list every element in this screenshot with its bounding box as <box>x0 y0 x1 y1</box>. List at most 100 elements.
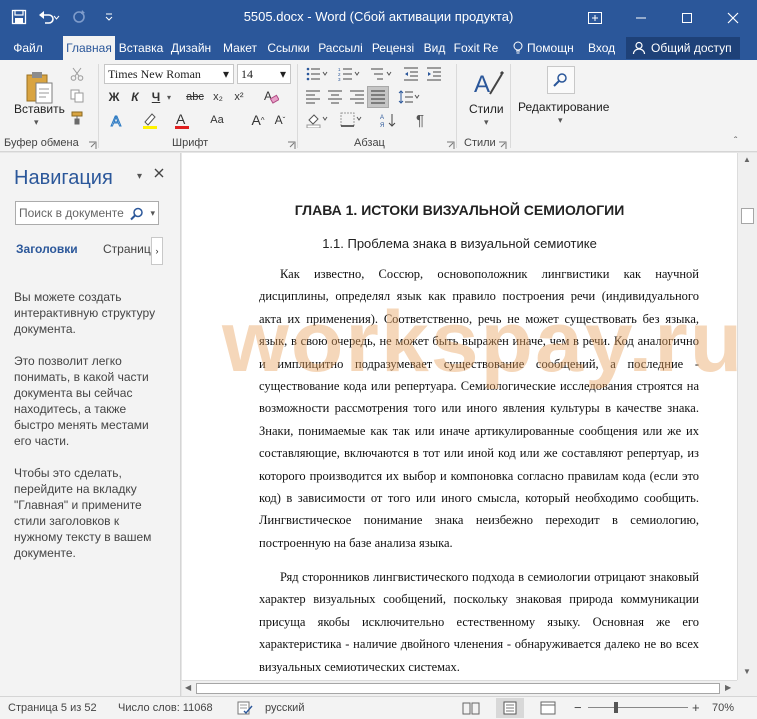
strikethrough-button[interactable]: abc <box>184 88 206 106</box>
tab-layout[interactable]: Макет <box>219 36 261 60</box>
justify-icon[interactable] <box>367 86 389 108</box>
styles-group-label: Стили <box>464 137 496 149</box>
paragraph-launcher-icon[interactable] <box>446 139 455 149</box>
underline-button[interactable]: Ч <box>148 88 164 106</box>
tell-me-box[interactable]: Помощн <box>512 36 574 60</box>
tab-design[interactable]: Дизайн <box>168 36 214 60</box>
tab-headings[interactable]: Заголовки <box>16 242 78 256</box>
multilevel-list-icon[interactable] <box>367 64 395 84</box>
maximize-icon[interactable] <box>664 0 710 36</box>
font-name-dropdown-icon[interactable]: ▾ <box>219 65 233 83</box>
italic-button[interactable]: К <box>127 88 143 106</box>
bullets-icon[interactable] <box>303 64 331 84</box>
increase-indent-icon[interactable] <box>424 64 444 84</box>
navigation-pane: Навигация ▾ Поиск в документе ▾ Заголовк… <box>0 153 181 696</box>
scroll-down-icon[interactable]: ▼ <box>743 667 751 676</box>
shrink-font-icon[interactable]: Aˇ <box>271 110 289 130</box>
share-label: Общий доступ <box>651 41 732 55</box>
grow-font-icon[interactable]: A ^ <box>249 110 267 130</box>
align-right-icon[interactable] <box>347 87 367 107</box>
line-spacing-icon[interactable] <box>395 87 423 107</box>
font-color-icon[interactable]: A <box>172 110 192 130</box>
pane-options-icon[interactable]: ▾ <box>137 171 142 182</box>
zoom-slider[interactable] <box>588 707 688 708</box>
collapse-ribbon-icon[interactable]: ˆ <box>734 136 737 147</box>
format-painter-icon[interactable] <box>68 109 86 127</box>
editing-label[interactable]: Редактирование <box>518 100 609 114</box>
numbering-icon[interactable]: 123 <box>335 64 363 84</box>
scroll-up-icon[interactable]: ▲ <box>743 155 751 164</box>
svg-text:A: A <box>474 71 490 98</box>
shading-icon[interactable] <box>303 110 331 130</box>
decrease-indent-icon[interactable] <box>401 64 421 84</box>
paste-dropdown-icon[interactable]: ▾ <box>34 117 39 128</box>
clipboard-launcher-icon[interactable] <box>88 139 97 149</box>
cut-icon[interactable] <box>68 65 86 83</box>
text-effects-icon[interactable]: A <box>108 110 128 130</box>
nav-tabs-next-icon[interactable]: › <box>151 237 163 265</box>
styles-icon[interactable]: A <box>470 66 506 102</box>
tab-pages[interactable]: Страниц <box>103 242 151 256</box>
tab-insert[interactable]: Вставка <box>116 36 166 60</box>
tab-home[interactable]: Главная <box>63 36 115 60</box>
proofing-icon[interactable] <box>237 701 253 718</box>
align-center-icon[interactable] <box>325 87 345 107</box>
scroll-right-icon[interactable]: ▶ <box>725 683 731 692</box>
scroll-left-icon[interactable]: ◀ <box>185 683 191 692</box>
find-icon[interactable] <box>547 66 575 94</box>
align-left-icon[interactable] <box>303 87 323 107</box>
font-name-combo[interactable]: Times New Roman ▾ <box>104 64 234 84</box>
styles-launcher-icon[interactable] <box>498 139 507 149</box>
lightbulb-icon <box>513 41 523 54</box>
tab-view[interactable]: Вид <box>421 36 448 60</box>
zoom-out-icon[interactable]: − <box>574 700 582 715</box>
bold-button[interactable]: Ж <box>106 88 122 106</box>
show-formatting-icon[interactable]: ¶ <box>410 110 430 130</box>
word-count[interactable]: Число слов: 11068 <box>118 702 213 714</box>
zoom-in-icon[interactable]: + <box>692 700 700 715</box>
underline-dropdown-icon[interactable]: ▾ <box>164 90 174 104</box>
font-launcher-icon[interactable] <box>287 139 296 149</box>
tab-references[interactable]: Ссылки <box>264 36 313 60</box>
tab-mailings[interactable]: Рассылі <box>316 36 365 60</box>
ribbon-display-options-icon[interactable] <box>572 0 618 36</box>
chapter-heading: ГЛАВА 1. ИСТОКИ ВИЗУАЛЬНОЙ СЕМИОЛОГИИ <box>294 202 625 218</box>
copy-icon[interactable] <box>68 87 86 105</box>
sort-icon[interactable]: АЯ <box>378 110 398 130</box>
font-size-combo[interactable]: 14 ▾ <box>237 64 291 84</box>
highlight-icon[interactable] <box>140 110 160 130</box>
change-case-icon[interactable]: Aa <box>207 110 227 130</box>
watermark: workspay.ru <box>222 294 737 390</box>
language-indicator[interactable]: русский <box>265 702 304 714</box>
styles-dropdown-icon[interactable]: ▾ <box>484 117 489 128</box>
document-area[interactable]: ГЛАВА 1. ИСТОКИ ВИЗУАЛЬНОЙ СЕМИОЛОГИИ 1.… <box>182 153 737 680</box>
subscript-button[interactable]: x₂ <box>209 88 227 106</box>
superscript-button[interactable]: x² <box>230 88 248 106</box>
sign-in-link[interactable]: Вход <box>588 36 615 60</box>
font-group-label: Шрифт <box>172 137 209 149</box>
tab-foxit[interactable]: Foxit Re <box>451 36 501 60</box>
close-icon[interactable] <box>710 0 756 36</box>
vertical-scroll-thumb[interactable] <box>741 208 754 224</box>
magnifier-icon[interactable] <box>130 206 144 228</box>
nav-search-input[interactable]: Поиск в документе ▾ <box>15 201 159 225</box>
print-layout-icon[interactable] <box>496 698 524 718</box>
horizontal-scroll-thumb[interactable] <box>196 683 720 694</box>
minimize-icon[interactable] <box>618 0 664 36</box>
share-button[interactable]: Общий доступ <box>626 37 740 59</box>
font-size-dropdown-icon[interactable]: ▾ <box>276 65 290 83</box>
search-dropdown-icon[interactable]: ▾ <box>150 202 155 224</box>
web-layout-icon[interactable] <box>540 701 556 718</box>
zoom-level[interactable]: 70% <box>712 702 734 714</box>
tab-file[interactable]: Файл <box>0 36 56 60</box>
vertical-scrollbar[interactable]: ▲ ▼ <box>737 153 757 680</box>
editing-dropdown-icon[interactable]: ▾ <box>558 115 563 126</box>
horizontal-scrollbar[interactable]: ◀ ▶ <box>182 680 737 696</box>
borders-icon[interactable] <box>337 110 365 130</box>
pane-close-icon[interactable] <box>153 167 165 182</box>
clear-formatting-icon[interactable]: A <box>262 86 280 106</box>
read-mode-icon[interactable] <box>462 701 480 718</box>
page-count[interactable]: Страница 5 из 52 <box>8 702 97 714</box>
zoom-slider-handle[interactable] <box>614 702 618 713</box>
tab-review[interactable]: Рецензі <box>368 36 418 60</box>
